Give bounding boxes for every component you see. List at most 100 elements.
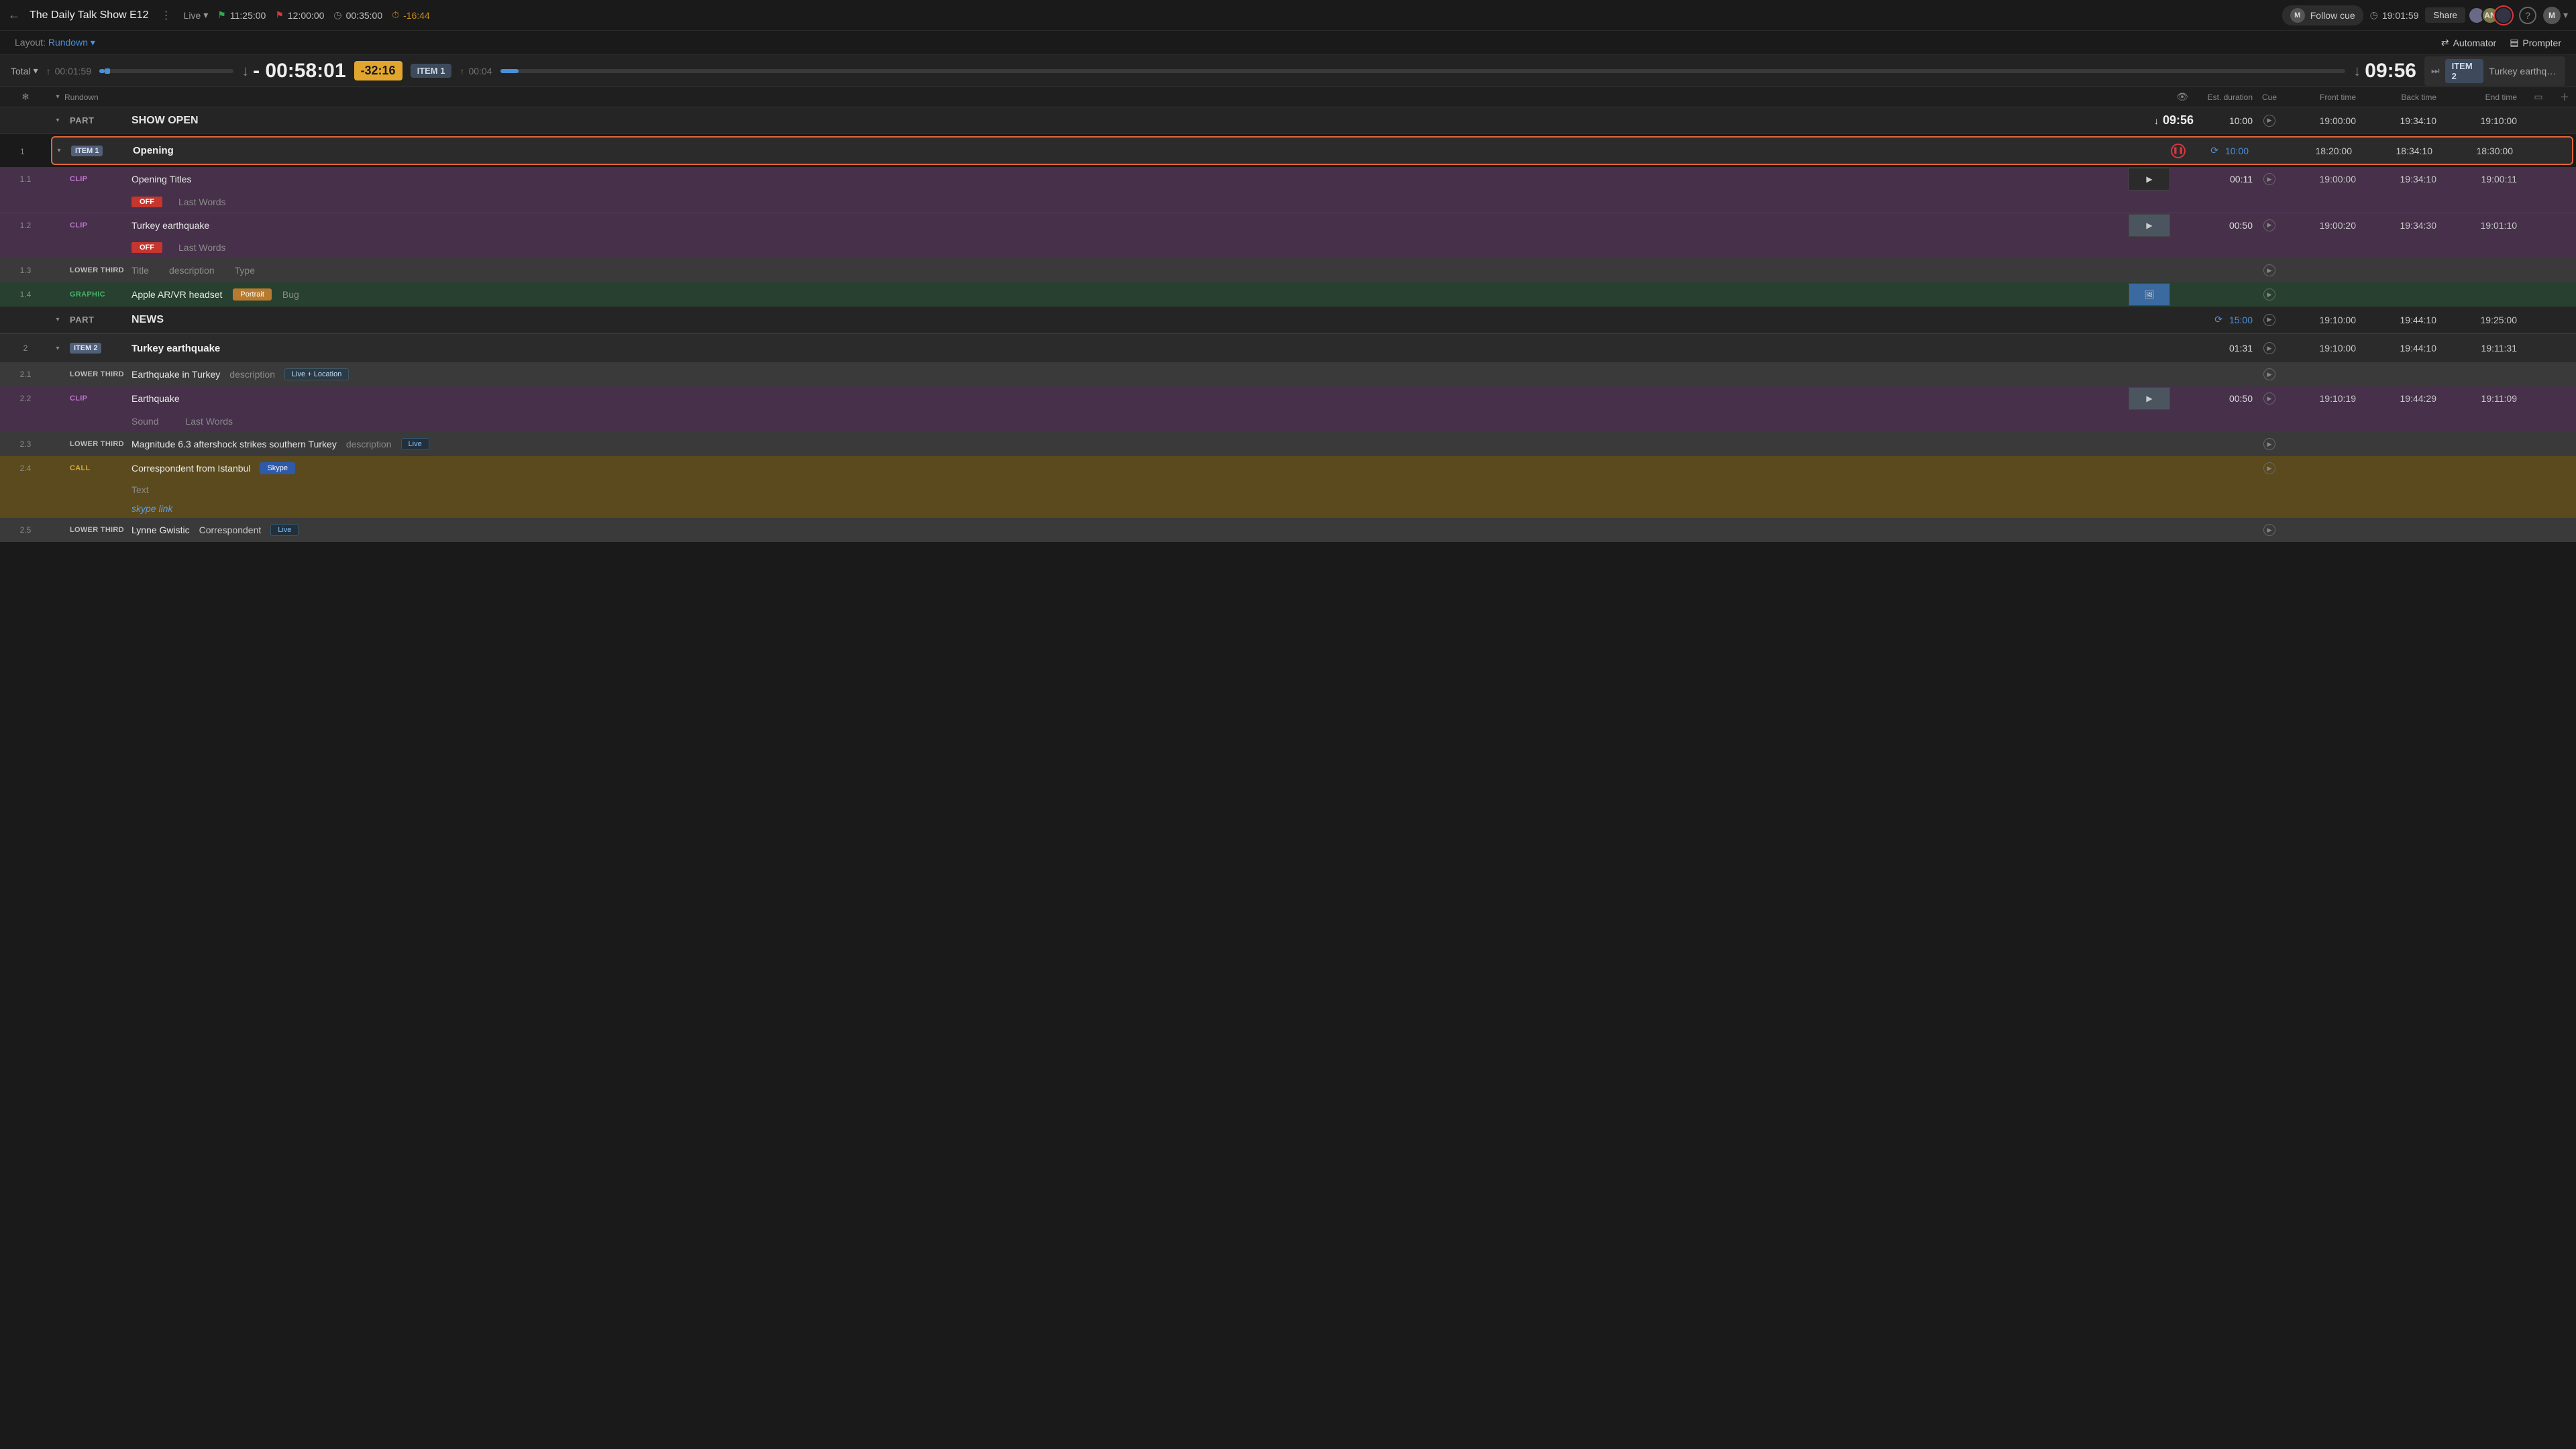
next-item-title: Turkey earthqua… <box>2489 66 2559 76</box>
refresh-icon[interactable]: ⟳ <box>2214 314 2222 325</box>
clip-thumbnail[interactable]: ▶ <box>2129 214 2170 237</box>
call-title[interactable]: Correspondent from Istanbul <box>131 463 250 474</box>
flag-green-icon: ⚑ <box>217 9 226 21</box>
last-words-field[interactable]: Last Words <box>178 242 226 253</box>
graphic-thumbnail[interactable]: 🖼 <box>2129 283 2170 306</box>
item-title[interactable]: Turkey earthquake <box>131 343 220 354</box>
lt-title-field[interactable]: Title <box>131 265 149 276</box>
lower-third-row[interactable]: 2.3 LOWER THIRD Magnitude 6.3 aftershock… <box>0 432 2576 456</box>
clip-row[interactable]: 1.1 CLIP Opening Titles ▶ 00:11 ▶ 19:00:… <box>0 167 2576 191</box>
last-words-field[interactable]: Last Words <box>185 416 233 427</box>
share-button[interactable]: Share <box>2425 7 2465 23</box>
skype-link[interactable]: skype link <box>131 503 172 514</box>
cue-play-icon[interactable]: ▶ <box>2263 288 2275 301</box>
clip-row[interactable]: 1.2 CLIP Turkey earthquake ▶ 00:50 ▶ 19:… <box>0 213 2576 237</box>
user-menu[interactable]: M ▾ <box>2543 7 2568 24</box>
item-title[interactable]: Opening <box>133 145 174 156</box>
off-badge[interactable]: OFF <box>131 197 162 207</box>
sound-field[interactable]: Sound <box>131 416 158 427</box>
last-words-field[interactable]: Last Words <box>178 197 226 207</box>
lt-description-field[interactable]: description <box>346 439 392 449</box>
clip-thumbnail[interactable]: ▶ <box>2129 387 2170 410</box>
freeze-icon[interactable]: ❄ <box>21 91 30 103</box>
lower-third-row[interactable]: 2.5 LOWER THIRD Lynne Gwistic Correspond… <box>0 518 2576 542</box>
cue-play-icon[interactable]: ▶ <box>2263 219 2275 231</box>
collapse-icon[interactable]: ▾ <box>56 345 59 352</box>
bug-field[interactable]: Bug <box>282 289 299 300</box>
cue-play-icon[interactable]: ▶ <box>2263 524 2275 536</box>
lower-third-row[interactable]: 1.3 LOWER THIRD Title description Type ▶ <box>0 258 2576 282</box>
clip-title[interactable]: Opening Titles <box>131 174 192 184</box>
lt-description-field[interactable]: description <box>229 369 275 380</box>
part-row[interactable]: ▾ PART SHOW OPEN ↓09:56 10:00 ▶ 19:00:00… <box>0 107 2576 134</box>
col-est: Est. duration <box>2208 93 2253 102</box>
total-progress[interactable] <box>99 69 233 73</box>
lt-title[interactable]: Lynne Gwistic <box>131 525 190 535</box>
clip-row[interactable]: 2.2 CLIP Earthquake ▶ 00:50 ▶ 19:10:19 1… <box>0 386 2576 411</box>
item-row[interactable]: 2 ▾ ITEM 2 Turkey earthquake 01:31 ▶ 19:… <box>0 333 2576 362</box>
lt-type-field[interactable]: Type <box>235 265 255 276</box>
call-row[interactable]: 2.4 CALL Correspondent from Istanbul Sky… <box>0 456 2576 480</box>
front-time: 18:20:00 <box>2316 146 2353 156</box>
part-title: SHOW OPEN <box>131 115 199 127</box>
cue-play-icon[interactable]: ▶ <box>2263 392 2275 405</box>
live-dropdown[interactable]: Live ▾ <box>184 9 209 21</box>
part-row[interactable]: ▾ PART NEWS ⟳ 15:00 ▶ 19:10:00 19:44:10 … <box>0 307 2576 333</box>
part-label: PART <box>70 115 94 125</box>
layout-dropdown[interactable]: Rundown ▾ <box>48 37 95 48</box>
refresh-icon[interactable]: ⟳ <box>2210 145 2218 156</box>
row-type-tag: LOWER THIRD <box>70 266 124 274</box>
collapse-icon[interactable]: ▾ <box>57 147 60 154</box>
back-arrow-icon[interactable]: ← <box>8 8 20 22</box>
graphic-row[interactable]: 1.4 GRAPHIC Apple AR/VR headset Portrait… <box>0 282 2576 307</box>
cue-play-icon[interactable]: ▶ <box>2263 264 2275 276</box>
cue-play-icon[interactable]: ▶ <box>2263 314 2275 326</box>
item-progress[interactable] <box>500 69 2346 73</box>
item-row-active[interactable]: ▾ ITEM 1 Opening ❚❚ ⟳ 10:00 18:20:00 18:… <box>51 136 2573 165</box>
row-number: 1.2 <box>20 221 32 230</box>
off-badge[interactable]: OFF <box>131 242 162 253</box>
cue-play-icon[interactable]: ▶ <box>2263 438 2275 450</box>
arrow-down-icon: ↓ <box>2154 115 2159 126</box>
skype-chip[interactable]: Skype <box>260 462 295 474</box>
clip-title[interactable]: Turkey earthquake <box>131 220 209 231</box>
expand-all-toggle[interactable]: ▾ <box>56 93 59 101</box>
collapse-icon[interactable]: ▾ <box>56 117 59 124</box>
lt-title[interactable]: Earthquake in Turkey <box>131 369 220 380</box>
est-duration[interactable]: 15:00 <box>2229 315 2253 325</box>
live-chip[interactable]: Live <box>270 524 299 536</box>
collapse-icon[interactable]: ▾ <box>56 316 59 323</box>
cue-play-icon[interactable]: ▶ <box>2263 115 2275 127</box>
lt-description-field[interactable]: description <box>169 265 215 276</box>
live-chip[interactable]: Live <box>401 438 429 450</box>
follow-cue-button[interactable]: M Follow cue <box>2282 5 2363 25</box>
call-text-field[interactable]: Text <box>131 484 149 495</box>
cue-play-icon[interactable]: ▶ <box>2263 173 2275 185</box>
next-item-chip[interactable]: ⏭ ITEM 2 Turkey earthqua… <box>2424 56 2565 86</box>
total-dropdown[interactable]: Total ▾ <box>11 65 38 76</box>
portrait-chip[interactable]: Portrait <box>233 288 271 301</box>
presence-avatars[interactable]: AN <box>2472 7 2512 24</box>
visibility-icon[interactable]: 👁 <box>2176 91 2188 103</box>
prompter-button[interactable]: ▤ Prompter <box>2510 37 2561 48</box>
automator-button[interactable]: ⇄ Automator <box>2441 37 2496 48</box>
clip-meta-row: OFF Last Words <box>0 237 2576 258</box>
pause-icon[interactable]: ❚❚ <box>2171 144 2186 158</box>
cue-play-icon[interactable]: ▶ <box>2263 342 2275 354</box>
graphic-title[interactable]: Apple AR/VR headset <box>131 289 222 300</box>
cue-play-icon[interactable]: ▶ <box>2263 368 2275 380</box>
help-icon[interactable]: ? <box>2519 7 2536 24</box>
lt-description[interactable]: Correspondent <box>199 525 262 535</box>
add-column-icon[interactable]: ＋ <box>2560 91 2569 104</box>
cue-play-icon[interactable]: ▶ <box>2263 462 2275 474</box>
lt-title[interactable]: Magnitude 6.3 aftershock strikes souther… <box>131 439 337 449</box>
row-number: 1.3 <box>20 266 32 275</box>
est-duration[interactable]: 10:00 <box>2225 146 2249 156</box>
lower-third-row[interactable]: 2.1 LOWER THIRD Earthquake in Turkey des… <box>0 362 2576 386</box>
live-location-chip[interactable]: Live + Location <box>284 368 349 380</box>
clip-title[interactable]: Earthquake <box>131 393 180 404</box>
comment-icon[interactable]: ▭ <box>2534 91 2542 103</box>
kebab-menu-icon[interactable]: ⋮ <box>158 9 174 22</box>
prompter-icon: ▤ <box>2510 37 2518 48</box>
clip-thumbnail[interactable]: ▶ <box>2129 168 2170 191</box>
